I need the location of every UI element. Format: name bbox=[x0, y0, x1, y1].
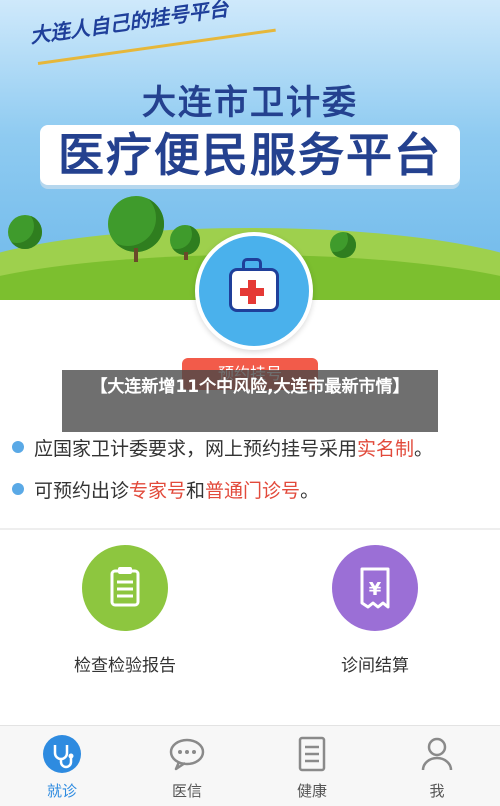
news-overlay[interactable]: 【大连新增11个中风险,大连市最新市情】 bbox=[62, 370, 438, 432]
stethoscope-icon bbox=[42, 734, 82, 774]
service-label: 检查检验报告 bbox=[74, 656, 176, 676]
bullet-icon bbox=[12, 483, 24, 495]
medical-cross bbox=[240, 288, 264, 296]
tab-messages[interactable]: 医信 bbox=[137, 734, 237, 801]
notice-text: 应国家卫计委要求，网上预约挂号采用 bbox=[34, 438, 358, 460]
service-exam-report[interactable]: 检查检验报告 bbox=[45, 545, 205, 676]
tree-decoration bbox=[330, 232, 356, 258]
tree-trunk bbox=[134, 248, 138, 262]
notice-appointment-types: 可预约出诊专家号和普通门诊号。 bbox=[12, 476, 492, 503]
bill-yen-icon: ¥ bbox=[360, 567, 390, 609]
notice-highlight-general: 普通门诊号 bbox=[205, 480, 301, 502]
tab-visit[interactable]: 就诊 bbox=[12, 734, 112, 801]
tree-decoration bbox=[8, 215, 42, 249]
tab-me[interactable]: 我 bbox=[387, 734, 487, 801]
tab-label: 医信 bbox=[171, 782, 202, 800]
notice-highlight: 实名制 bbox=[357, 438, 415, 460]
tab-health[interactable]: 健康 bbox=[262, 734, 362, 801]
tree-decoration bbox=[170, 225, 200, 255]
tab-label: 健康 bbox=[296, 782, 327, 800]
service-clinic-settlement[interactable]: ¥ 诊间结算 bbox=[295, 545, 455, 676]
tab-label: 我 bbox=[429, 782, 445, 800]
svg-text:¥: ¥ bbox=[369, 579, 382, 600]
banner-slogan: 大连人自己的挂号平台 bbox=[28, 0, 230, 48]
org-title: 大连市卫计委 bbox=[142, 83, 358, 123]
notice-text-middle: 和 bbox=[186, 480, 206, 502]
tab-label: 就诊 bbox=[46, 782, 77, 800]
platform-title: 医疗便民服务平台 bbox=[40, 125, 460, 185]
service-circle: ¥ bbox=[332, 545, 418, 631]
notice-text: 可预约出诊 bbox=[34, 480, 130, 502]
chat-icon bbox=[167, 734, 207, 774]
section-divider bbox=[0, 528, 500, 530]
user-icon bbox=[417, 734, 457, 774]
notice-realname: 应国家卫计委要求，网上预约挂号采用实名制。 bbox=[12, 434, 492, 461]
bullet-icon bbox=[12, 441, 24, 453]
clipboard-icon bbox=[110, 567, 140, 607]
document-icon bbox=[292, 734, 332, 774]
notice-suffix: 。 bbox=[414, 438, 434, 460]
service-circle bbox=[82, 545, 168, 631]
service-label: 诊间结算 bbox=[341, 656, 409, 676]
tree-trunk bbox=[184, 252, 188, 260]
notice-suffix: 。 bbox=[300, 480, 320, 502]
bottom-tab-bar: 就诊 医信 健康 我 bbox=[0, 725, 500, 806]
tree-decoration bbox=[108, 196, 164, 252]
first-aid-kit-icon bbox=[195, 232, 313, 350]
notice-highlight-expert: 专家号 bbox=[129, 480, 187, 502]
